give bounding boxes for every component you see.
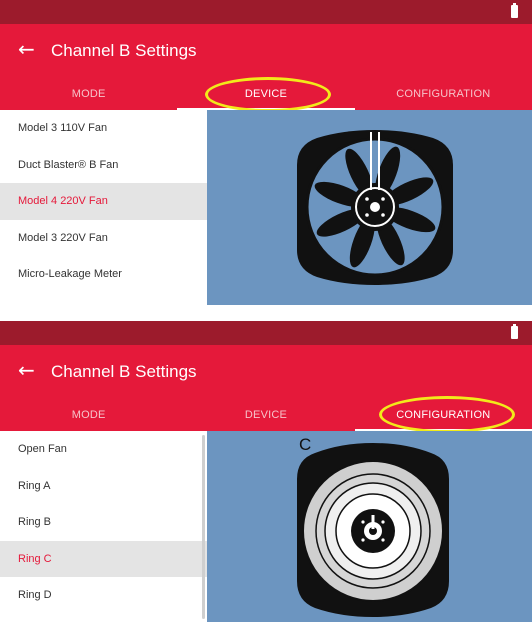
device-list: Model 3 110V Fan Duct Blaster® B Fan Mod… [0, 110, 207, 305]
tab-bar: MODE DEVICE CONFIGURATION [0, 400, 532, 431]
app-bar: ← Channel B Settings [0, 24, 532, 79]
configuration-settings-screen: ← Channel B Settings MODE DEVICE CONFIGU… [0, 321, 532, 622]
tab-mode[interactable]: MODE [0, 400, 177, 431]
app-bar: ← Channel B Settings [0, 345, 532, 400]
back-arrow-icon[interactable]: ← [18, 39, 35, 59]
status-bar [0, 321, 532, 345]
ring-label: C [299, 435, 312, 454]
tab-configuration[interactable]: CONFIGURATION [354, 400, 532, 431]
list-item[interactable]: Ring B [0, 504, 207, 541]
battery-icon [511, 3, 518, 18]
status-bar [0, 0, 532, 24]
ring-c-fan-icon [297, 443, 449, 617]
list-item[interactable]: Model 3 220V Fan [0, 220, 207, 257]
battery-icon [511, 324, 518, 339]
device-preview [207, 110, 532, 305]
tab-configuration[interactable]: CONFIGURATION [355, 79, 532, 110]
list-item[interactable]: Model 3 110V Fan [0, 110, 207, 147]
list-item-selected[interactable]: Ring C [0, 540, 207, 577]
tab-device[interactable]: DEVICE [177, 400, 354, 431]
configuration-preview: C [207, 431, 532, 622]
list-item[interactable]: Ring D [0, 577, 207, 614]
device-settings-screen: ← Channel B Settings MODE DEVICE CONFIGU… [0, 0, 532, 305]
tab-bar: MODE DEVICE CONFIGURATION [0, 79, 532, 110]
back-arrow-icon[interactable]: ← [18, 360, 35, 380]
list-item[interactable]: Micro-Leakage Meter [0, 256, 207, 293]
tab-mode[interactable]: MODE [0, 79, 177, 110]
list-item[interactable]: Duct Blaster® B Fan [0, 147, 207, 184]
list-item[interactable]: Ring A [0, 468, 207, 505]
list-item-selected[interactable]: Model 4 220V Fan [0, 183, 207, 220]
tab-device[interactable]: DEVICE [177, 79, 355, 110]
configuration-list: Open Fan Ring A Ring B Ring C Ring D [0, 431, 207, 622]
list-item[interactable]: Open Fan [0, 431, 207, 468]
page-title: Channel B Settings [51, 362, 197, 381]
scrollbar[interactable] [202, 435, 205, 619]
fan-icon [297, 130, 453, 285]
page-title: Channel B Settings [51, 41, 197, 60]
content-area: Model 3 110V Fan Duct Blaster® B Fan Mod… [0, 110, 532, 305]
content-area: Open Fan Ring A Ring B Ring C Ring D C [0, 431, 532, 622]
